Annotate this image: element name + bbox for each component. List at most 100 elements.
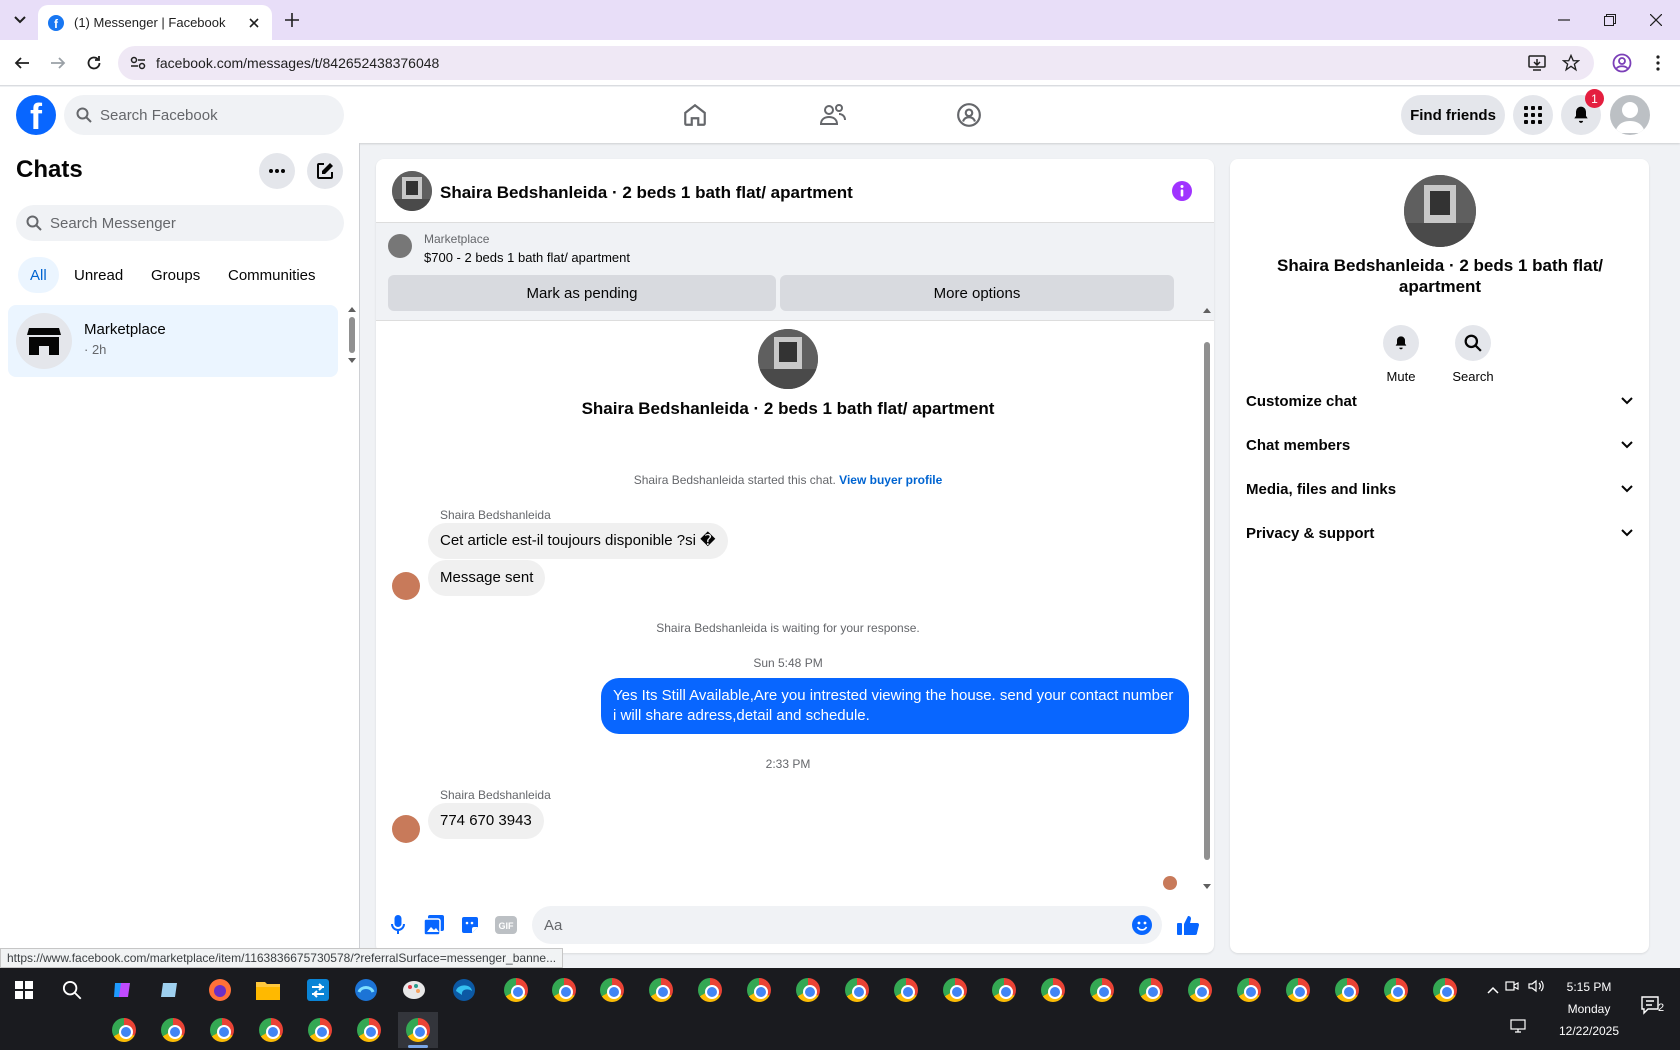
media-files-links-row[interactable]: Media, files and links [1246,469,1633,509]
chrome-app-icon[interactable] [202,1012,242,1048]
chrome-app-icon[interactable] [837,972,877,1008]
incoming-message[interactable]: 774 670 3943 [428,803,544,839]
home-nav-icon[interactable] [640,95,750,135]
chrome-app-icon[interactable] [1131,972,1171,1008]
messenger-search-input[interactable]: Search Messenger [16,205,344,241]
restore-window-icon[interactable] [1598,8,1622,32]
chat-options-icon[interactable] [259,153,295,189]
chat-list-item-marketplace[interactable]: Marketplace · 2h [8,305,338,377]
new-message-compose-icon[interactable] [307,153,343,189]
chrome-app-icon[interactable] [935,972,975,1008]
close-tab-icon[interactable] [246,15,262,31]
sticker-icon[interactable] [458,913,482,937]
install-app-icon[interactable] [1526,52,1548,74]
emoji-icon[interactable] [1132,915,1152,935]
chrome-app-icon[interactable] [641,972,681,1008]
filter-groups[interactable]: Groups [139,257,212,293]
volume-icon[interactable] [1524,968,1548,1004]
customize-chat-row[interactable]: Customize chat [1246,381,1633,421]
chrome-app-icon-active[interactable] [398,1012,438,1048]
chrome-app-icon[interactable] [1082,972,1122,1008]
chrome-app-icon[interactable] [1229,972,1269,1008]
chrome-app-icon[interactable] [1327,972,1367,1008]
forward-arrow-icon[interactable] [46,51,70,75]
attach-photo-icon[interactable] [422,913,446,937]
notification-center-icon[interactable]: 2 [1632,988,1672,1024]
groups-nav-icon[interactable] [914,95,1024,135]
chrome-app-icon[interactable] [153,1012,193,1048]
chrome-app-icon[interactable] [788,972,828,1008]
address-bar[interactable]: facebook.com/messages/t/842652438376048 [118,46,1594,80]
meet-now-icon[interactable] [1500,968,1524,1004]
facebook-logo-icon[interactable]: f [16,95,56,135]
chrome-app-icon[interactable] [496,972,536,1008]
gif-icon[interactable]: GIF [494,913,518,937]
facebook-search-input[interactable]: Search Facebook [64,95,344,135]
intro-thumbnail[interactable] [758,329,818,389]
profile-icon[interactable] [1610,51,1634,75]
chrome-app-icon[interactable] [1033,972,1073,1008]
conversation-title[interactable]: Shaira Bedshanleida · 2 beds 1 bath flat… [440,183,853,203]
tab-list-chevron-icon[interactable] [8,8,32,32]
view-buyer-profile-link[interactable]: View buyer profile [839,473,942,487]
incoming-message[interactable]: Message sent [428,560,546,596]
chrome-app-icon[interactable] [1278,972,1318,1008]
incoming-message[interactable]: Cet article est-il toujours disponible ?… [428,523,728,559]
filter-unread[interactable]: Unread [62,257,135,293]
chrome-app-icon[interactable] [1425,972,1465,1008]
mark-as-pending-button[interactable]: Mark as pending [388,275,776,311]
sender-avatar[interactable] [392,815,420,843]
sidebar-scrollbar[interactable] [346,303,358,383]
message-scrollbar[interactable] [1200,304,1214,894]
friends-nav-icon[interactable] [778,95,888,135]
minimize-window-icon[interactable] [1552,8,1576,32]
thumbs-up-like-icon[interactable] [1176,913,1200,937]
account-avatar[interactable] [1610,95,1650,135]
chrome-app-icon[interactable] [544,972,584,1008]
more-options-button[interactable]: More options [780,275,1174,311]
clock-day[interactable]: Monday [1549,1002,1629,1016]
message-input[interactable]: Aa [532,906,1162,944]
remote-app-icon[interactable] [298,972,338,1008]
chat-members-row[interactable]: Chat members [1246,425,1633,465]
voice-clip-icon[interactable] [386,913,410,937]
file-explorer-icon[interactable] [248,972,288,1008]
conversation-thumbnail[interactable] [392,171,432,211]
chrome-app-icon[interactable] [592,972,632,1008]
conversation-info-icon[interactable] [1172,181,1192,201]
notes-app-icon[interactable] [150,972,190,1008]
chrome-app-icon[interactable] [104,1012,144,1048]
chrome-app-icon[interactable] [984,972,1024,1008]
find-friends-button[interactable]: Find friends [1401,95,1505,135]
clock-date[interactable]: 12/22/2025 [1549,1024,1629,1038]
browser-menu-icon[interactable] [1646,51,1670,75]
back-arrow-icon[interactable] [10,51,34,75]
bookmark-star-icon[interactable] [1560,52,1582,74]
listing-price-title[interactable]: $700 - 2 beds 1 bath flat/ apartment [424,250,630,265]
search-in-conversation-button[interactable]: Search [1443,325,1503,384]
chrome-app-icon[interactable] [690,972,730,1008]
edge-beta-app-icon[interactable] [346,972,386,1008]
close-window-icon[interactable] [1644,8,1668,32]
chrome-app-icon[interactable] [886,972,926,1008]
outgoing-message[interactable]: Yes Its Still Available,Are you intreste… [601,678,1189,734]
marketplace-banner[interactable]: Marketplace $700 - 2 beds 1 bath flat/ a… [376,223,1214,321]
mute-button[interactable]: Mute [1371,325,1431,384]
chrome-app-icon[interactable] [349,1012,389,1048]
privacy-support-row[interactable]: Privacy & support [1246,513,1633,553]
browser-tab[interactable]: f (1) Messenger | Facebook [38,5,272,40]
reload-icon[interactable] [82,51,106,75]
filter-all[interactable]: All [18,257,59,293]
filter-communities[interactable]: Communities [216,257,328,293]
copilot-app-icon[interactable] [102,972,142,1008]
chrome-app-icon[interactable] [1376,972,1416,1008]
paint-app-icon[interactable] [394,972,434,1008]
network-icon[interactable] [1506,1008,1530,1044]
windows-start-icon[interactable] [4,972,44,1008]
clock-time[interactable]: 5:15 PM [1549,980,1629,994]
taskbar-search-icon[interactable] [52,972,92,1008]
edge-app-icon[interactable] [444,972,484,1008]
chrome-app-icon[interactable] [739,972,779,1008]
new-tab-plus-icon[interactable] [282,10,302,30]
firefox-app-icon[interactable] [200,972,240,1008]
